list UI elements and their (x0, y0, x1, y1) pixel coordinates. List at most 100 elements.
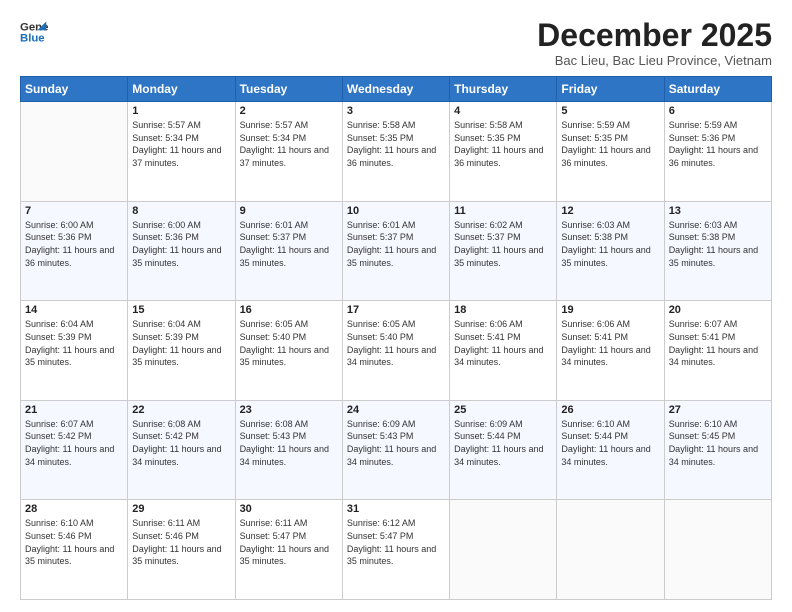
cell-info: Sunrise: 6:08 AMSunset: 5:43 PMDaylight:… (240, 419, 329, 467)
week-row-3: 14 Sunrise: 6:04 AMSunset: 5:39 PMDayligh… (21, 301, 772, 401)
weekday-saturday: Saturday (664, 77, 771, 102)
svg-text:Blue: Blue (20, 33, 45, 45)
month-title: December 2025 (537, 18, 772, 53)
calendar-cell (21, 102, 128, 202)
cell-info: Sunrise: 6:10 AMSunset: 5:44 PMDaylight:… (561, 419, 650, 467)
cell-info: Sunrise: 6:08 AMSunset: 5:42 PMDaylight:… (132, 419, 221, 467)
weekday-tuesday: Tuesday (235, 77, 342, 102)
cell-info: Sunrise: 6:07 AMSunset: 5:41 PMDaylight:… (669, 319, 758, 367)
calendar-cell: 16Sunrise: 6:05 AMSunset: 5:40 PMDayligh… (235, 301, 342, 401)
calendar-cell (450, 500, 557, 600)
logo-icon: General Blue (20, 18, 48, 46)
day-number: 17 (347, 304, 445, 316)
calendar-cell: 27 Sunrise: 6:10 AMSunset: 5:45 PMDayligh… (664, 400, 771, 500)
day-number: 14 (25, 304, 123, 316)
page: General Blue December 2025 Bac Lieu, Bac… (0, 0, 792, 612)
cell-info: Sunrise: 5:59 AMSunset: 5:35 PMDaylight:… (561, 120, 650, 168)
cell-info: Sunrise: 5:58 AMSunset: 5:35 PMDaylight:… (454, 120, 543, 168)
calendar-cell: 26 Sunrise: 6:10 AMSunset: 5:44 PMDayligh… (557, 400, 664, 500)
weekday-wednesday: Wednesday (342, 77, 449, 102)
week-row-2: 7 Sunrise: 6:00 AMSunset: 5:36 PMDaylight… (21, 201, 772, 301)
day-number: 6 (669, 105, 767, 117)
cell-info: Sunrise: 6:07 AMSunset: 5:42 PMDaylight:… (25, 419, 114, 467)
day-number: 28 (25, 503, 123, 515)
day-number: 16 (240, 304, 338, 316)
location: Bac Lieu, Bac Lieu Province, Vietnam (537, 53, 772, 68)
day-number: 31 (347, 503, 445, 515)
day-number: 21 (25, 404, 123, 416)
cell-info: Sunrise: 6:02 AMSunset: 5:37 PMDaylight:… (454, 220, 543, 268)
cell-info: Sunrise: 6:01 AMSunset: 5:37 PMDaylight:… (347, 220, 436, 268)
cell-info: Sunrise: 6:00 AMSunset: 5:36 PMDaylight:… (25, 220, 114, 268)
cell-info: Sunrise: 6:00 AMSunset: 5:36 PMDaylight:… (132, 220, 221, 268)
calendar-cell: 17 Sunrise: 6:05 AMSunset: 5:40 PMDayligh… (342, 301, 449, 401)
cell-info: Sunrise: 6:10 AMSunset: 5:46 PMDaylight:… (25, 518, 114, 566)
calendar-cell: 19Sunrise: 6:06 AMSunset: 5:41 PMDayligh… (557, 301, 664, 401)
day-number: 3 (347, 105, 445, 117)
cell-info: Sunrise: 6:09 AMSunset: 5:44 PMDaylight:… (454, 419, 543, 467)
calendar-cell: 3Sunrise: 5:58 AMSunset: 5:35 PMDaylight… (342, 102, 449, 202)
cell-info: Sunrise: 6:06 AMSunset: 5:41 PMDaylight:… (454, 319, 543, 367)
calendar-cell: 10 Sunrise: 6:01 AMSunset: 5:37 PMDayligh… (342, 201, 449, 301)
week-row-4: 21 Sunrise: 6:07 AMSunset: 5:42 PMDayligh… (21, 400, 772, 500)
day-number: 5 (561, 105, 659, 117)
cell-info: Sunrise: 6:05 AMSunset: 5:40 PMDaylight:… (347, 319, 436, 367)
day-number: 23 (240, 404, 338, 416)
cell-info: Sunrise: 6:10 AMSunset: 5:45 PMDaylight:… (669, 419, 758, 467)
day-number: 25 (454, 404, 552, 416)
day-number: 11 (454, 205, 552, 217)
calendar-cell: 8Sunrise: 6:00 AMSunset: 5:36 PMDaylight… (128, 201, 235, 301)
weekday-sunday: Sunday (21, 77, 128, 102)
cell-info: Sunrise: 6:03 AMSunset: 5:38 PMDaylight:… (669, 220, 758, 268)
day-number: 7 (25, 205, 123, 217)
calendar-cell: 1 Sunrise: 5:57 AMSunset: 5:34 PMDaylight… (128, 102, 235, 202)
weekday-thursday: Thursday (450, 77, 557, 102)
day-number: 30 (240, 503, 338, 515)
cell-info: Sunrise: 6:04 AMSunset: 5:39 PMDaylight:… (132, 319, 221, 367)
cell-info: Sunrise: 5:57 AMSunset: 5:34 PMDaylight:… (132, 120, 221, 168)
cell-info: Sunrise: 6:01 AMSunset: 5:37 PMDaylight:… (240, 220, 329, 268)
calendar-cell: 7 Sunrise: 6:00 AMSunset: 5:36 PMDaylight… (21, 201, 128, 301)
calendar-cell: 12Sunrise: 6:03 AMSunset: 5:38 PMDayligh… (557, 201, 664, 301)
cell-info: Sunrise: 5:59 AMSunset: 5:36 PMDaylight:… (669, 120, 758, 168)
cell-info: Sunrise: 5:57 AMSunset: 5:34 PMDaylight:… (240, 120, 329, 168)
cell-info: Sunrise: 6:12 AMSunset: 5:47 PMDaylight:… (347, 518, 436, 566)
week-row-5: 28 Sunrise: 6:10 AMSunset: 5:46 PMDayligh… (21, 500, 772, 600)
calendar-cell: 15 Sunrise: 6:04 AMSunset: 5:39 PMDayligh… (128, 301, 235, 401)
weekday-friday: Friday (557, 77, 664, 102)
day-number: 20 (669, 304, 767, 316)
calendar-cell: 22 Sunrise: 6:08 AMSunset: 5:42 PMDayligh… (128, 400, 235, 500)
day-number: 29 (132, 503, 230, 515)
day-number: 18 (454, 304, 552, 316)
calendar-cell: 30Sunrise: 6:11 AMSunset: 5:47 PMDayligh… (235, 500, 342, 600)
day-number: 12 (561, 205, 659, 217)
day-number: 22 (132, 404, 230, 416)
day-number: 27 (669, 404, 767, 416)
day-number: 9 (240, 205, 338, 217)
calendar-cell: 31 Sunrise: 6:12 AMSunset: 5:47 PMDayligh… (342, 500, 449, 600)
calendar-cell: 21 Sunrise: 6:07 AMSunset: 5:42 PMDayligh… (21, 400, 128, 500)
day-number: 26 (561, 404, 659, 416)
week-row-1: 1 Sunrise: 5:57 AMSunset: 5:34 PMDaylight… (21, 102, 772, 202)
cell-info: Sunrise: 6:06 AMSunset: 5:41 PMDaylight:… (561, 319, 650, 367)
calendar-cell: 6 Sunrise: 5:59 AMSunset: 5:36 PMDaylight… (664, 102, 771, 202)
cell-info: Sunrise: 6:04 AMSunset: 5:39 PMDaylight:… (25, 319, 114, 367)
calendar-cell: 5 Sunrise: 5:59 AMSunset: 5:35 PMDaylight… (557, 102, 664, 202)
day-number: 15 (132, 304, 230, 316)
day-number: 10 (347, 205, 445, 217)
calendar-cell: 9 Sunrise: 6:01 AMSunset: 5:37 PMDaylight… (235, 201, 342, 301)
calendar-cell: 14 Sunrise: 6:04 AMSunset: 5:39 PMDayligh… (21, 301, 128, 401)
calendar-cell: 29Sunrise: 6:11 AMSunset: 5:46 PMDayligh… (128, 500, 235, 600)
calendar-table: SundayMondayTuesdayWednesdayThursdayFrid… (20, 76, 772, 600)
calendar-cell: 2Sunrise: 5:57 AMSunset: 5:34 PMDaylight… (235, 102, 342, 202)
calendar-cell: 23 Sunrise: 6:08 AMSunset: 5:43 PMDayligh… (235, 400, 342, 500)
cell-info: Sunrise: 6:09 AMSunset: 5:43 PMDaylight:… (347, 419, 436, 467)
day-number: 13 (669, 205, 767, 217)
calendar-cell: 25 Sunrise: 6:09 AMSunset: 5:44 PMDayligh… (450, 400, 557, 500)
weekday-monday: Monday (128, 77, 235, 102)
logo: General Blue (20, 18, 48, 46)
calendar-cell (664, 500, 771, 600)
calendar-body: 1 Sunrise: 5:57 AMSunset: 5:34 PMDaylight… (21, 102, 772, 600)
day-number: 1 (132, 105, 230, 117)
calendar-cell: 11 Sunrise: 6:02 AMSunset: 5:37 PMDayligh… (450, 201, 557, 301)
